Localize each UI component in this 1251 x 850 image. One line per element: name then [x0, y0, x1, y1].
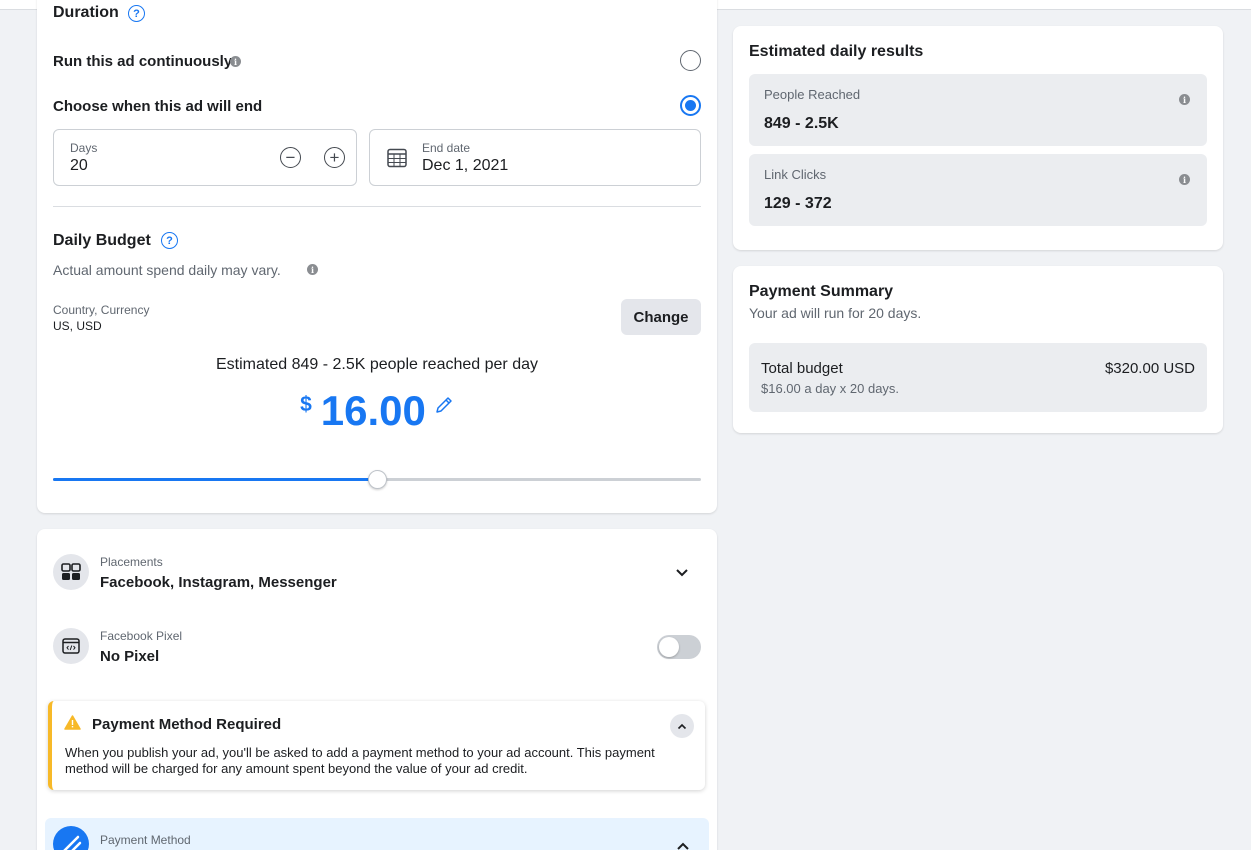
pixel-label: Facebook Pixel: [100, 629, 183, 643]
total-budget-value: $320.00 USD: [1104, 360, 1195, 377]
duration-help-icon[interactable]: ?: [128, 5, 145, 22]
run-continuously-radio[interactable]: [680, 50, 701, 71]
payment-alert-title: Payment Method Required: [92, 716, 282, 733]
people-reached-value: 849 - 2.5K: [764, 115, 839, 132]
choose-end-radio[interactable]: [680, 95, 701, 116]
minus-icon[interactable]: −: [280, 147, 301, 168]
payment-alert: Payment Method Required When you publish…: [48, 701, 705, 790]
plus-icon[interactable]: +: [324, 147, 345, 168]
warning-icon: [64, 715, 81, 735]
payment-summary-card: Payment Summary Your ad will run for 20 …: [733, 266, 1223, 433]
people-reached-box: People Reached 849 - 2.5K i: [749, 74, 1207, 146]
days-stepper[interactable]: Days 20 − +: [53, 129, 357, 186]
budget-amount[interactable]: 16.00: [321, 390, 426, 432]
slider-handle[interactable]: [368, 470, 387, 489]
link-clicks-box: Link Clicks 129 - 372 i: [749, 154, 1207, 226]
total-budget-box: Total budget $320.00 USD $16.00 a day x …: [749, 343, 1207, 412]
pixel-toggle-knob: [659, 637, 679, 657]
estimated-results-title: Estimated daily results: [749, 43, 924, 60]
payment-alert-body: When you publish your ad, you'll be aske…: [65, 745, 655, 776]
calendar-icon[interactable]: [387, 148, 407, 173]
run-continuously-info-icon[interactable]: i: [230, 56, 241, 67]
payment-summary-subtitle: Your ad will run for 20 days.: [749, 305, 922, 321]
link-clicks-label: Link Clicks: [764, 167, 827, 182]
end-date-label: End date: [422, 141, 471, 155]
duration-title: Duration: [53, 4, 119, 21]
pencil-icon[interactable]: [434, 395, 454, 420]
pixel-toggle[interactable]: [657, 635, 701, 659]
payment-method-chevron-icon[interactable]: [676, 838, 690, 850]
payment-method-row[interactable]: Payment Method: [45, 818, 709, 850]
end-date-field[interactable]: End date Dec 1, 2021: [369, 129, 701, 186]
section-divider: [53, 206, 701, 207]
daily-budget-help-icon[interactable]: ?: [161, 232, 178, 249]
currency-symbol: $: [300, 393, 312, 416]
daily-budget-title: Daily Budget: [53, 232, 151, 249]
slider-fill: [53, 477, 377, 481]
daily-budget-subtitle: Actual amount spend daily may vary.: [53, 262, 281, 278]
change-button[interactable]: Change: [621, 299, 701, 335]
daily-budget-info-icon[interactable]: i: [307, 264, 318, 275]
people-reached-label: People Reached: [764, 87, 861, 102]
budget-duration-card: Duration ? Run this ad continuously i Ch…: [37, 0, 717, 513]
estimated-results-card: Estimated daily results People Reached 8…: [733, 26, 1223, 250]
payment-summary-title: Payment Summary: [749, 283, 894, 300]
total-budget-label: Total budget: [761, 360, 843, 377]
end-date-value[interactable]: Dec 1, 2021: [422, 157, 508, 175]
budget-slider[interactable]: [53, 470, 701, 489]
payment-method-label: Payment Method: [100, 833, 191, 847]
people-reached-info-icon[interactable]: i: [1179, 94, 1190, 105]
country-currency-value: US, USD: [53, 319, 102, 333]
choose-end-label: Choose when this ad will end: [53, 98, 263, 115]
placements-icon: [53, 554, 89, 590]
settings-card: Placements Facebook, Instagram, Messenge…: [37, 529, 717, 850]
days-input[interactable]: 20: [70, 157, 88, 175]
country-currency-label: Country, Currency: [53, 303, 150, 317]
link-clicks-info-icon[interactable]: i: [1179, 174, 1190, 185]
placements-value: Facebook, Instagram, Messenger: [100, 574, 337, 591]
chevron-up-icon[interactable]: [670, 714, 694, 738]
total-budget-breakdown: $16.00 a day x 20 days.: [761, 381, 900, 396]
run-continuously-label: Run this ad continuously: [53, 53, 233, 70]
budget-amount-row: $ 16.00: [37, 390, 717, 432]
pixel-icon: [53, 628, 89, 664]
link-clicks-value: 129 - 372: [764, 195, 832, 212]
payment-method-icon: [53, 826, 89, 850]
reach-estimate: Estimated 849 - 2.5K people reached per …: [216, 356, 538, 373]
pixel-value: No Pixel: [100, 648, 160, 665]
placements-label: Placements: [100, 555, 163, 569]
chevron-down-icon[interactable]: [675, 565, 689, 583]
days-label: Days: [70, 141, 98, 155]
